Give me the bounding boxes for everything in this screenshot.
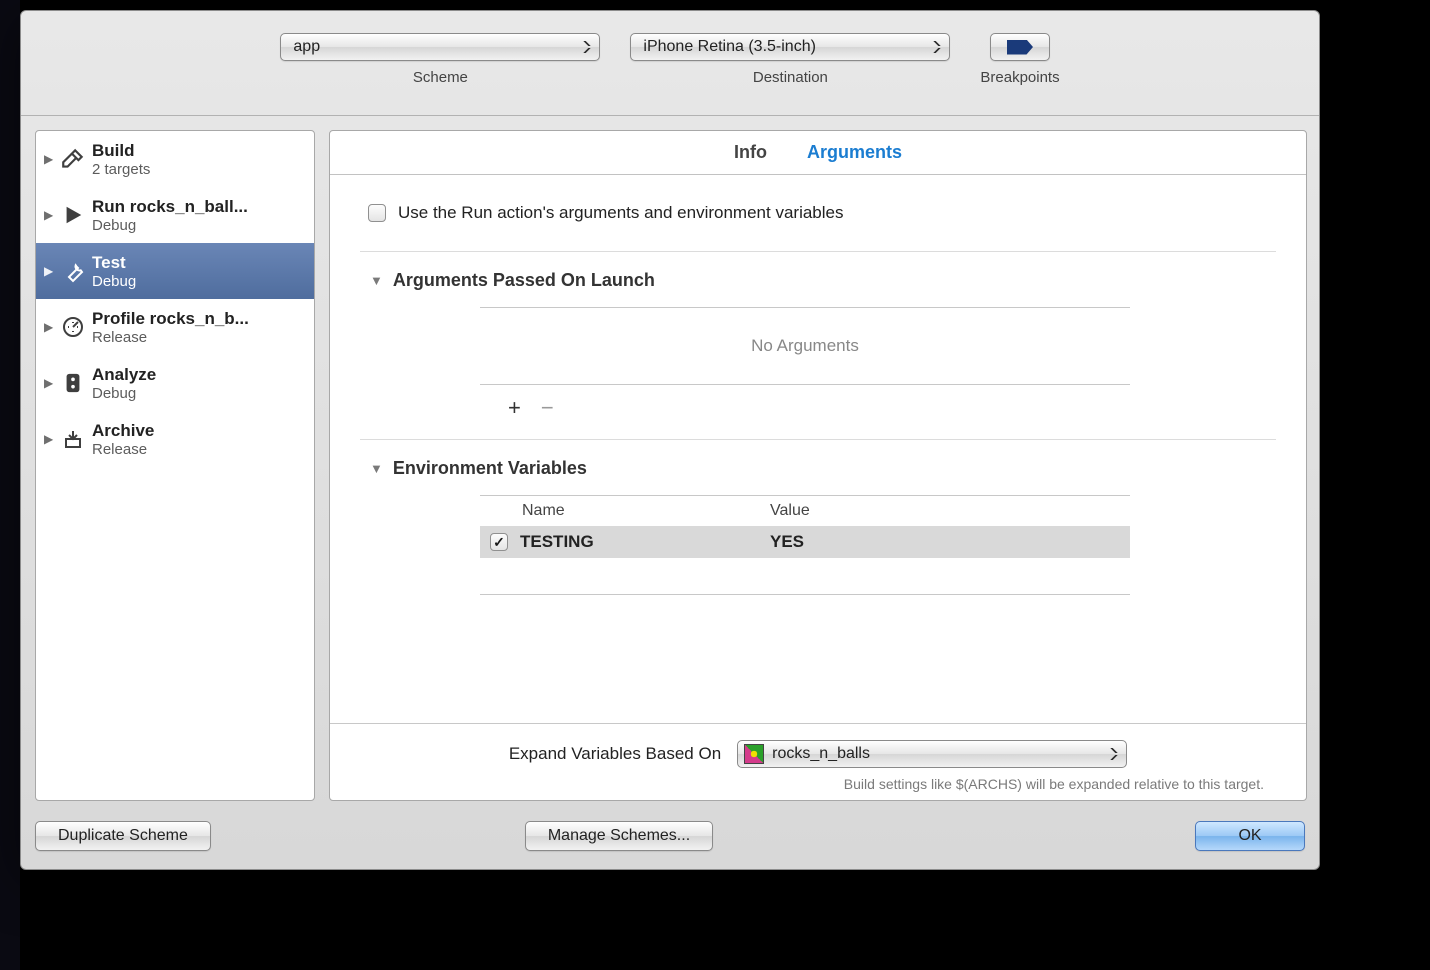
env-value[interactable]: YES xyxy=(770,532,1120,552)
sidebar-item-label: Build xyxy=(92,141,150,161)
sidebar-item-label: Run rocks_n_ball... xyxy=(92,197,248,217)
no-arguments-placeholder: No Arguments xyxy=(480,308,1130,384)
scheme-editor-dialog: app Scheme iPhone Retina (3.5-inch) Dest… xyxy=(20,10,1320,870)
destination-dropdown-value: iPhone Retina (3.5-inch) xyxy=(643,38,816,56)
dialog-body: ▶ Build 2 targets ▶ Run rocks_n_ball... … xyxy=(21,116,1319,815)
expand-label: Expand Variables Based On xyxy=(509,744,721,764)
use-run-action-checkbox[interactable] xyxy=(368,204,386,222)
arguments-section-title: Arguments Passed On Launch xyxy=(393,270,655,291)
chevron-right-icon: ▶ xyxy=(44,208,54,222)
sidebar-item-archive[interactable]: ▶ Archive Release xyxy=(36,411,314,467)
chevron-right-icon: ▶ xyxy=(44,152,54,166)
background-editor xyxy=(0,0,20,970)
dialog-header: app Scheme iPhone Retina (3.5-inch) Dest… xyxy=(21,11,1319,116)
use-run-action-row: Use the Run action's arguments and envir… xyxy=(360,199,1276,251)
chevron-down-icon: ▼ xyxy=(370,461,383,476)
env-row-checkbox[interactable] xyxy=(490,533,508,551)
scheme-dropdown-value: app xyxy=(293,38,320,56)
scheme-actions-sidebar: ▶ Build 2 targets ▶ Run rocks_n_ball... … xyxy=(35,130,315,801)
arguments-list: No Arguments xyxy=(480,307,1130,385)
remove-argument-button[interactable]: − xyxy=(541,395,554,421)
add-argument-button[interactable]: + xyxy=(508,395,521,421)
sidebar-item-label: Test xyxy=(92,253,136,273)
sidebar-item-test[interactable]: ▶ Test Debug xyxy=(36,243,314,299)
env-name[interactable]: TESTING xyxy=(520,532,770,552)
scheme-label: Scheme xyxy=(413,69,468,86)
breakpoints-label: Breakpoints xyxy=(980,69,1059,86)
destination-group: iPhone Retina (3.5-inch) Destination xyxy=(630,33,950,86)
sidebar-item-sub: Release xyxy=(92,441,154,458)
breakpoints-group: Breakpoints xyxy=(980,33,1059,86)
archive-icon xyxy=(60,426,86,452)
sidebar-item-sub: 2 targets xyxy=(92,161,150,178)
sidebar-item-sub: Release xyxy=(92,329,249,346)
expand-target-value: rocks_n_balls xyxy=(772,745,870,763)
breakpoints-button[interactable] xyxy=(990,33,1050,61)
destination-label: Destination xyxy=(753,69,828,86)
dialog-footer: Duplicate Scheme Manage Schemes... OK xyxy=(21,815,1319,869)
breakpoint-icon xyxy=(1007,40,1033,55)
env-header-row: Name Value xyxy=(480,496,1130,526)
sidebar-item-sub: Debug xyxy=(92,385,156,402)
ok-button[interactable]: OK xyxy=(1195,821,1305,851)
sidebar-item-profile[interactable]: ▶ Profile rocks_n_b... Release xyxy=(36,299,314,355)
expand-target-dropdown[interactable]: rocks_n_balls xyxy=(737,740,1127,768)
hammer-icon xyxy=(60,146,86,172)
env-col-name: Name xyxy=(490,502,770,520)
sidebar-item-run[interactable]: ▶ Run rocks_n_ball... Debug xyxy=(36,187,314,243)
arguments-section: ▼ Arguments Passed On Launch No Argument… xyxy=(360,251,1276,439)
arguments-toolbar: + − xyxy=(480,385,1276,431)
env-section: ▼ Environment Variables Name Value TES xyxy=(360,439,1276,603)
manage-schemes-button[interactable]: Manage Schemes... xyxy=(525,821,713,851)
duplicate-scheme-button[interactable]: Duplicate Scheme xyxy=(35,821,211,851)
arguments-content: Use the Run action's arguments and envir… xyxy=(330,175,1306,723)
sidebar-item-label: Archive xyxy=(92,421,154,441)
sidebar-item-label: Profile rocks_n_b... xyxy=(92,309,249,329)
env-col-value: Value xyxy=(770,502,1120,520)
arguments-section-header[interactable]: ▼ Arguments Passed On Launch xyxy=(360,270,1276,291)
chevron-right-icon: ▶ xyxy=(44,376,54,390)
sidebar-item-sub: Debug xyxy=(92,217,248,234)
gauge-icon xyxy=(60,314,86,340)
scheme-group: app Scheme xyxy=(280,33,600,86)
sidebar-item-build[interactable]: ▶ Build 2 targets xyxy=(36,131,314,187)
wrench-icon xyxy=(60,258,86,284)
chevron-right-icon: ▶ xyxy=(44,264,54,278)
sidebar-item-label: Analyze xyxy=(92,365,156,385)
target-icon xyxy=(744,744,764,764)
play-icon xyxy=(60,202,86,228)
env-section-title: Environment Variables xyxy=(393,458,587,479)
destination-dropdown[interactable]: iPhone Retina (3.5-inch) xyxy=(630,33,950,61)
chevron-right-icon: ▶ xyxy=(44,320,54,334)
scheme-dropdown[interactable]: app xyxy=(280,33,600,61)
use-run-action-label: Use the Run action's arguments and envir… xyxy=(398,203,844,223)
expand-row: Expand Variables Based On rocks_n_balls xyxy=(330,723,1306,776)
table-row[interactable]: TESTING YES xyxy=(480,526,1130,558)
tabbar: Info Arguments xyxy=(330,131,1306,175)
chevron-down-icon: ▼ xyxy=(370,273,383,288)
env-section-header[interactable]: ▼ Environment Variables xyxy=(360,458,1276,479)
tab-info[interactable]: Info xyxy=(734,142,767,163)
main-panel: Info Arguments Use the Run action's argu… xyxy=(329,130,1307,801)
analyze-icon xyxy=(60,370,86,396)
env-table: Name Value TESTING YES xyxy=(480,495,1130,595)
tab-arguments[interactable]: Arguments xyxy=(807,142,902,163)
sidebar-item-sub: Debug xyxy=(92,273,136,290)
sidebar-item-analyze[interactable]: ▶ Analyze Debug xyxy=(36,355,314,411)
expand-hint: Build settings like $(ARCHS) will be exp… xyxy=(330,776,1306,800)
chevron-right-icon: ▶ xyxy=(44,432,54,446)
